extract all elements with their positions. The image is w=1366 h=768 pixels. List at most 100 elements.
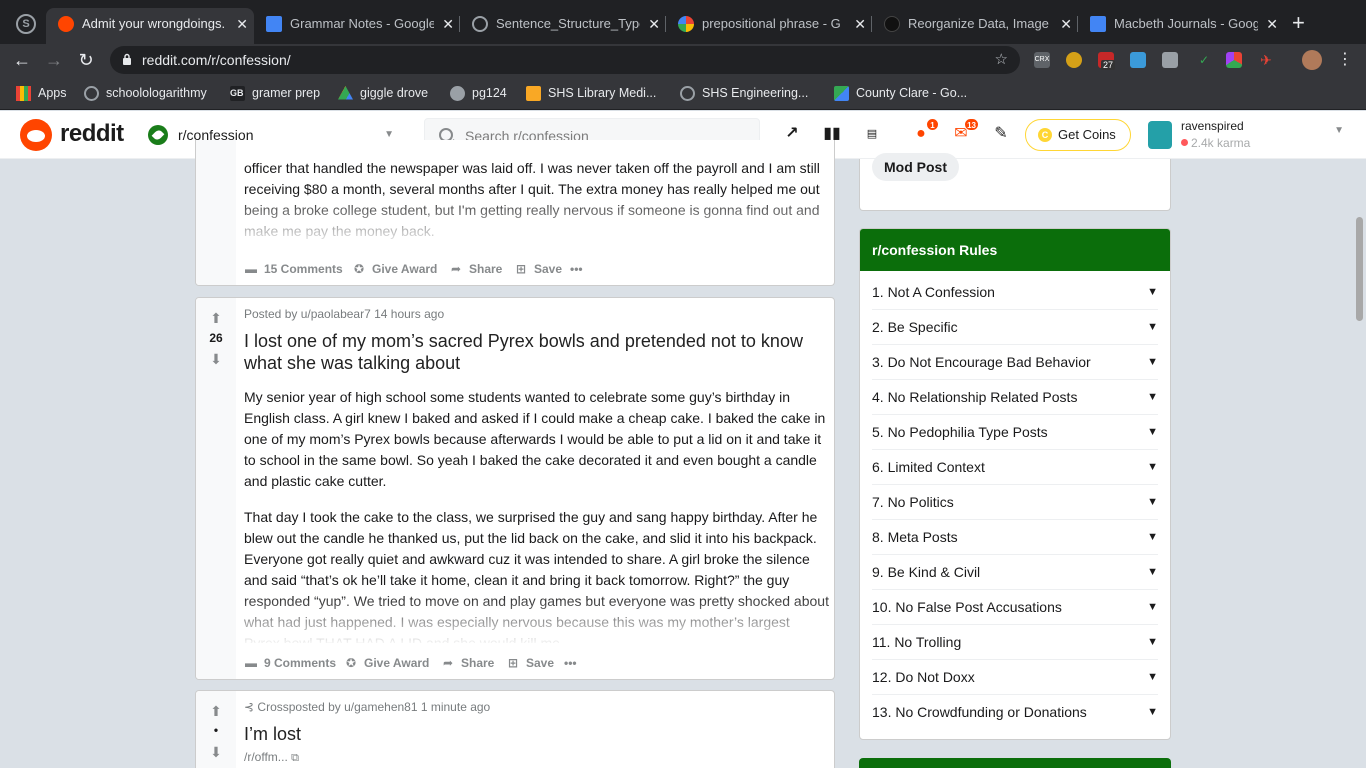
tab-reorganize-data[interactable]: Reorganize Data, Image ✕ (872, 8, 1078, 44)
bookmark-county-clare[interactable]: County Clare - Go... (834, 76, 967, 110)
bookmark-label: pg124 (472, 86, 507, 100)
feed-icon[interactable]: ▤ (861, 123, 883, 145)
owl-extension-icon[interactable] (1066, 52, 1082, 68)
tab-reddit[interactable]: Admit your wrongdoings. ✕ (46, 8, 254, 44)
rule-item[interactable]: 12. Do Not Doxx ▼ (872, 660, 1158, 695)
reddit-logo-icon[interactable] (20, 119, 52, 151)
rule-item[interactable]: 2. Be Specific ▼ (872, 310, 1158, 345)
vote-score: 26 (209, 331, 223, 345)
scrollbar-thumb[interactable] (1356, 217, 1363, 321)
reload-icon[interactable]: ↻ (75, 49, 97, 71)
ard-extension-icon[interactable]: 27 (1098, 52, 1116, 70)
rule-item[interactable]: 11. No Trolling ▼ (872, 625, 1158, 660)
gb-icon: GB (230, 86, 245, 101)
bookmark-schoolologarithmy[interactable]: schoolologarithmy (84, 76, 207, 110)
give-award-button[interactable]: ✪ Give Award (352, 258, 437, 280)
vote-column: ⬆ 26 ⬇ (196, 298, 236, 679)
crosspost-icon: ⊰ (244, 700, 255, 714)
tab-title: Admit your wrongdoings. (82, 16, 226, 31)
comments-button[interactable]: ▬ 9 Comments (244, 652, 336, 674)
color-extension-icon[interactable] (1226, 52, 1242, 68)
sidebar-widget-header (859, 758, 1171, 768)
rule-item[interactable]: 1. Not A Confession ▼ (872, 275, 1158, 310)
chat-icon[interactable]: ● 1 (910, 118, 939, 145)
create-post-pencil-icon[interactable]: ✎ (990, 123, 1012, 145)
bookmark-shs-library[interactable]: SHS Library Medi... (526, 76, 656, 110)
chevron-down-icon: ▼ (1147, 496, 1158, 508)
profile-avatar[interactable] (1302, 50, 1322, 70)
downvote-icon[interactable]: ⬇ (209, 352, 223, 366)
post-meta[interactable]: Posted by u/paolabear7 14 hours ago (244, 307, 444, 321)
address-bar[interactable]: reddit.com/r/confession/ ☆ (110, 46, 1020, 74)
save-button[interactable]: ⊞ Save (506, 652, 554, 674)
get-coins-button[interactable]: C Get Coins (1025, 119, 1131, 151)
rule-item[interactable]: 4. No Relationship Related Posts ▼ (872, 380, 1158, 415)
comments-button[interactable]: ▬ 15 Comments (244, 258, 343, 280)
close-tab-icon[interactable]: ✕ (648, 8, 660, 40)
rule-item[interactable]: 10. No False Post Accusations ▼ (872, 590, 1158, 625)
rule-item[interactable]: 5. No Pedophilia Type Posts ▼ (872, 415, 1158, 450)
forward-arrow-icon[interactable]: → (43, 49, 65, 71)
crosspost-meta[interactable]: ⊰ Crossposted by u/gamehen81 1 minute ag… (244, 700, 490, 714)
close-tab-icon[interactable]: ✕ (1266, 8, 1278, 40)
rule-item[interactable]: 9. Be Kind & Civil ▼ (872, 555, 1158, 590)
upvote-icon[interactable]: ⬆ (209, 311, 223, 325)
schoology-icon (84, 86, 99, 101)
tab-sentence-structure[interactable]: Sentence_Structure_Type ✕ (460, 8, 666, 44)
mail-icon[interactable]: ✉ 13 (950, 118, 979, 145)
post-card[interactable]: officer that handled the newspaper was l… (195, 140, 835, 286)
bookmark-giggle-drove[interactable]: giggle drove (338, 76, 428, 110)
give-award-button[interactable]: ✪ Give Award (344, 652, 429, 674)
menu-kebab-icon[interactable]: ⋮ (1334, 49, 1356, 71)
rule-item[interactable]: 6. Limited Context ▼ (872, 450, 1158, 485)
downvote-icon[interactable]: ⬇ (209, 745, 223, 759)
more-options-icon[interactable]: ••• (570, 258, 583, 280)
bookmark-pg124[interactable]: pg124 (450, 76, 507, 110)
tab-title: Reorganize Data, Image (908, 16, 1049, 31)
back-arrow-icon[interactable]: ← (11, 49, 33, 71)
rule-item[interactable]: 8. Meta Posts ▼ (872, 520, 1158, 555)
chevron-down-icon: ▼ (1147, 286, 1158, 298)
github-favicon-icon (884, 16, 900, 32)
more-options-icon[interactable]: ••• (564, 652, 577, 674)
reddit-wordmark[interactable]: reddit (60, 120, 124, 148)
crosspost-link[interactable]: /r/offm... ⧉ (244, 750, 299, 765)
mod-post-flair[interactable]: Mod Post (872, 153, 959, 181)
upvote-icon[interactable]: ⬆ (209, 704, 223, 718)
close-tab-icon[interactable]: ✕ (1060, 8, 1072, 40)
check-extension-icon[interactable] (1130, 52, 1146, 68)
post-card[interactable]: ⬆ • ⬇ ⊰ Crossposted by u/gamehen81 1 min… (195, 690, 835, 768)
docs-favicon-icon (266, 16, 282, 32)
clipboard-extension-icon[interactable] (1162, 52, 1178, 68)
share-button[interactable]: ➦ Share (441, 652, 494, 674)
post-title[interactable]: I lost one of my mom’s sacred Pyrex bowl… (244, 330, 829, 374)
rule-item[interactable]: 7. No Politics ▼ (872, 485, 1158, 520)
user-menu[interactable]: ravenspired 2.4k karma ▼ (1146, 117, 1346, 153)
comments-label: 15 Comments (264, 262, 343, 276)
bookmark-icon: ⊞ (515, 262, 527, 276)
save-button[interactable]: ⊞ Save (514, 258, 562, 280)
bookmark-shs-engineering[interactable]: SHS Engineering... (680, 76, 808, 110)
schoology-app-icon[interactable]: S (16, 14, 36, 34)
close-tab-icon[interactable]: ✕ (442, 8, 454, 40)
vote-score: • (213, 723, 219, 737)
bookmark-apps[interactable]: Apps (16, 76, 67, 110)
red-extension-icon[interactable]: ✈ (1258, 52, 1274, 68)
post-title[interactable]: I’m lost (244, 723, 829, 745)
tab-grammar-notes[interactable]: Grammar Notes - Google ✕ (254, 8, 460, 44)
close-tab-icon[interactable]: ✕ (236, 8, 248, 40)
new-tab-icon[interactable]: + (1292, 12, 1305, 34)
close-tab-icon[interactable]: ✕ (854, 8, 866, 40)
rule-item[interactable]: 3. Do Not Encourage Bad Behavior ▼ (872, 345, 1158, 380)
crx-extension-icon[interactable]: CRX (1034, 52, 1050, 68)
tab-prepositional-phrase[interactable]: prepositional phrase - G ✕ (666, 8, 872, 44)
post-card[interactable]: ⬆ 26 ⬇ Posted by u/paolabear7 14 hours a… (195, 297, 835, 680)
page-scrollbar[interactable] (1354, 159, 1366, 768)
bookmark-star-icon[interactable]: ☆ (995, 46, 1008, 74)
bookmark-gramer-prep[interactable]: GB gramer prep (230, 76, 320, 110)
rule-item[interactable]: 13. No Crowdfunding or Donations ▼ (872, 695, 1158, 730)
tab-macbeth-journals[interactable]: Macbeth Journals - Goog ✕ (1078, 8, 1284, 44)
post-actions: ▬ 9 Comments ✪ Give Award ➦ Share ⊞ Save… (244, 652, 644, 674)
leaf-extension-icon[interactable]: ✓ (1196, 52, 1212, 68)
share-button[interactable]: ➦ Share (449, 258, 502, 280)
